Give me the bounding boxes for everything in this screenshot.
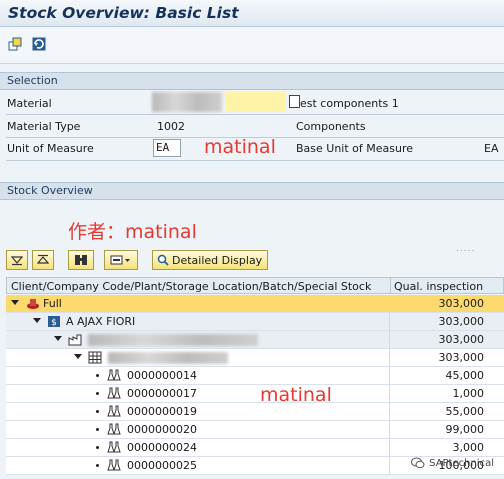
tree-row-client[interactable]: Full 303,000 — [6, 295, 504, 313]
batch-number: 0000000020 — [127, 423, 197, 436]
qual-inspection-value: 303,000 — [438, 315, 485, 328]
qual-inspection-value: 303,000 — [438, 297, 485, 310]
storage-location-icon — [88, 351, 102, 364]
watermark-matinal: matinal — [204, 136, 276, 158]
qual-inspection-value: 1,000 — [452, 387, 485, 400]
material-type-label: Material Type — [7, 120, 81, 133]
tree-row-batch[interactable]: 0000000020 99,000 — [6, 421, 504, 439]
company-code-icon: $ — [48, 316, 60, 328]
plant-name-redacted — [88, 334, 258, 346]
collapse-node-icon[interactable] — [54, 336, 62, 341]
batch-number: 0000000019 — [127, 405, 197, 418]
batch-number: 0000000024 — [127, 441, 197, 454]
qual-inspection-value: 45,000 — [445, 369, 485, 382]
qual-inspection-value: 99,000 — [445, 423, 485, 436]
column-header-hierarchy[interactable]: Client/Company Code/Plant/Storage Locati… — [11, 280, 371, 293]
application-toolbar — [0, 27, 504, 64]
expand-all-button[interactable] — [6, 250, 28, 270]
material-f4-help-icon[interactable] — [289, 95, 300, 108]
batch-number: 0000000014 — [127, 369, 197, 382]
base-uom-value: EA — [484, 142, 499, 155]
detailed-display-button[interactable]: Detailed Display — [152, 250, 268, 270]
material-value-redacted[interactable] — [152, 92, 222, 112]
magnifier-icon — [157, 254, 169, 266]
title-bar: Stock Overview: Basic List — [0, 0, 504, 27]
qual-inspection-value: 55,000 — [445, 405, 485, 418]
batch-number: 0000000025 — [127, 459, 197, 472]
uom-label: Unit of Measure — [7, 142, 94, 155]
watermark-matinal: matinal — [260, 384, 332, 406]
batch-icon — [107, 459, 121, 471]
batch-icon — [107, 423, 121, 435]
collapse-node-icon[interactable] — [74, 354, 82, 359]
print-icon — [110, 255, 130, 265]
batch-icon — [107, 369, 121, 381]
material-field-highlight[interactable] — [226, 92, 286, 112]
batch-icon — [107, 441, 121, 453]
stock-overview-section-header: Stock Overview — [0, 182, 504, 200]
new-selection-icon[interactable] — [8, 37, 22, 51]
print-button[interactable] — [104, 250, 138, 270]
tree-row-company-code[interactable]: $ A AJAX FIORI 303,000 — [6, 313, 504, 331]
tree-node-label: Full — [43, 297, 62, 310]
expand-icon — [11, 256, 23, 266]
tree-row-batch[interactable]: 0000000017 1,000 — [6, 385, 504, 403]
batch-number: 0000000017 — [127, 387, 197, 400]
selection-section-header: Selection — [0, 72, 504, 90]
tree-row-storage-location[interactable]: 303,000 — [6, 349, 504, 367]
collapse-node-icon[interactable] — [33, 318, 41, 323]
base-uom-label: Base Unit of Measure — [296, 142, 414, 155]
qual-inspection-value: 303,000 — [438, 333, 485, 346]
batch-icon — [107, 387, 121, 399]
storage-location-name-redacted — [108, 352, 228, 364]
wechat-icon — [411, 457, 425, 469]
batch-icon — [107, 405, 121, 417]
client-icon — [27, 299, 39, 309]
tree-row-plant[interactable]: 303,000 — [6, 331, 504, 349]
material-description: est components 1 — [300, 97, 399, 110]
uom-field[interactable]: EA — [153, 139, 181, 157]
divider — [6, 114, 504, 115]
plant-icon — [68, 334, 82, 346]
tree-node-label: A AJAX FIORI — [66, 315, 136, 328]
refresh-icon[interactable] — [32, 37, 46, 51]
tree-row-batch[interactable]: 0000000024 3,000 — [6, 439, 504, 457]
qual-inspection-value: 303,000 — [438, 351, 485, 364]
material-type-description: Components — [296, 120, 366, 133]
detailed-display-label: Detailed Display — [172, 253, 263, 267]
resize-dots-icon: ..... — [456, 244, 476, 254]
column-header-qual-inspection[interactable]: Qual. inspection — [394, 280, 483, 293]
material-type-value: 1002 — [157, 120, 185, 133]
divider — [6, 160, 504, 161]
svg-text:$: $ — [51, 318, 57, 328]
binoculars-icon — [75, 255, 87, 265]
window-title: Stock Overview: Basic List — [8, 4, 239, 22]
wechat-watermark: SAPtechnical — [411, 457, 494, 469]
collapse-icon — [37, 254, 49, 264]
material-label: Material — [7, 97, 52, 110]
collapse-all-button[interactable] — [32, 250, 54, 270]
watermark-author: 作者：matinal — [68, 221, 197, 243]
tree-row-batch[interactable]: 0000000019 55,000 — [6, 403, 504, 421]
qual-inspection-value: 3,000 — [452, 441, 485, 454]
grid-header: Client/Company Code/Plant/Storage Locati… — [6, 277, 504, 294]
find-button[interactable] — [68, 250, 94, 270]
tree-row-batch[interactable]: 0000000014 45,000 — [6, 367, 504, 385]
collapse-node-icon[interactable] — [11, 300, 19, 305]
